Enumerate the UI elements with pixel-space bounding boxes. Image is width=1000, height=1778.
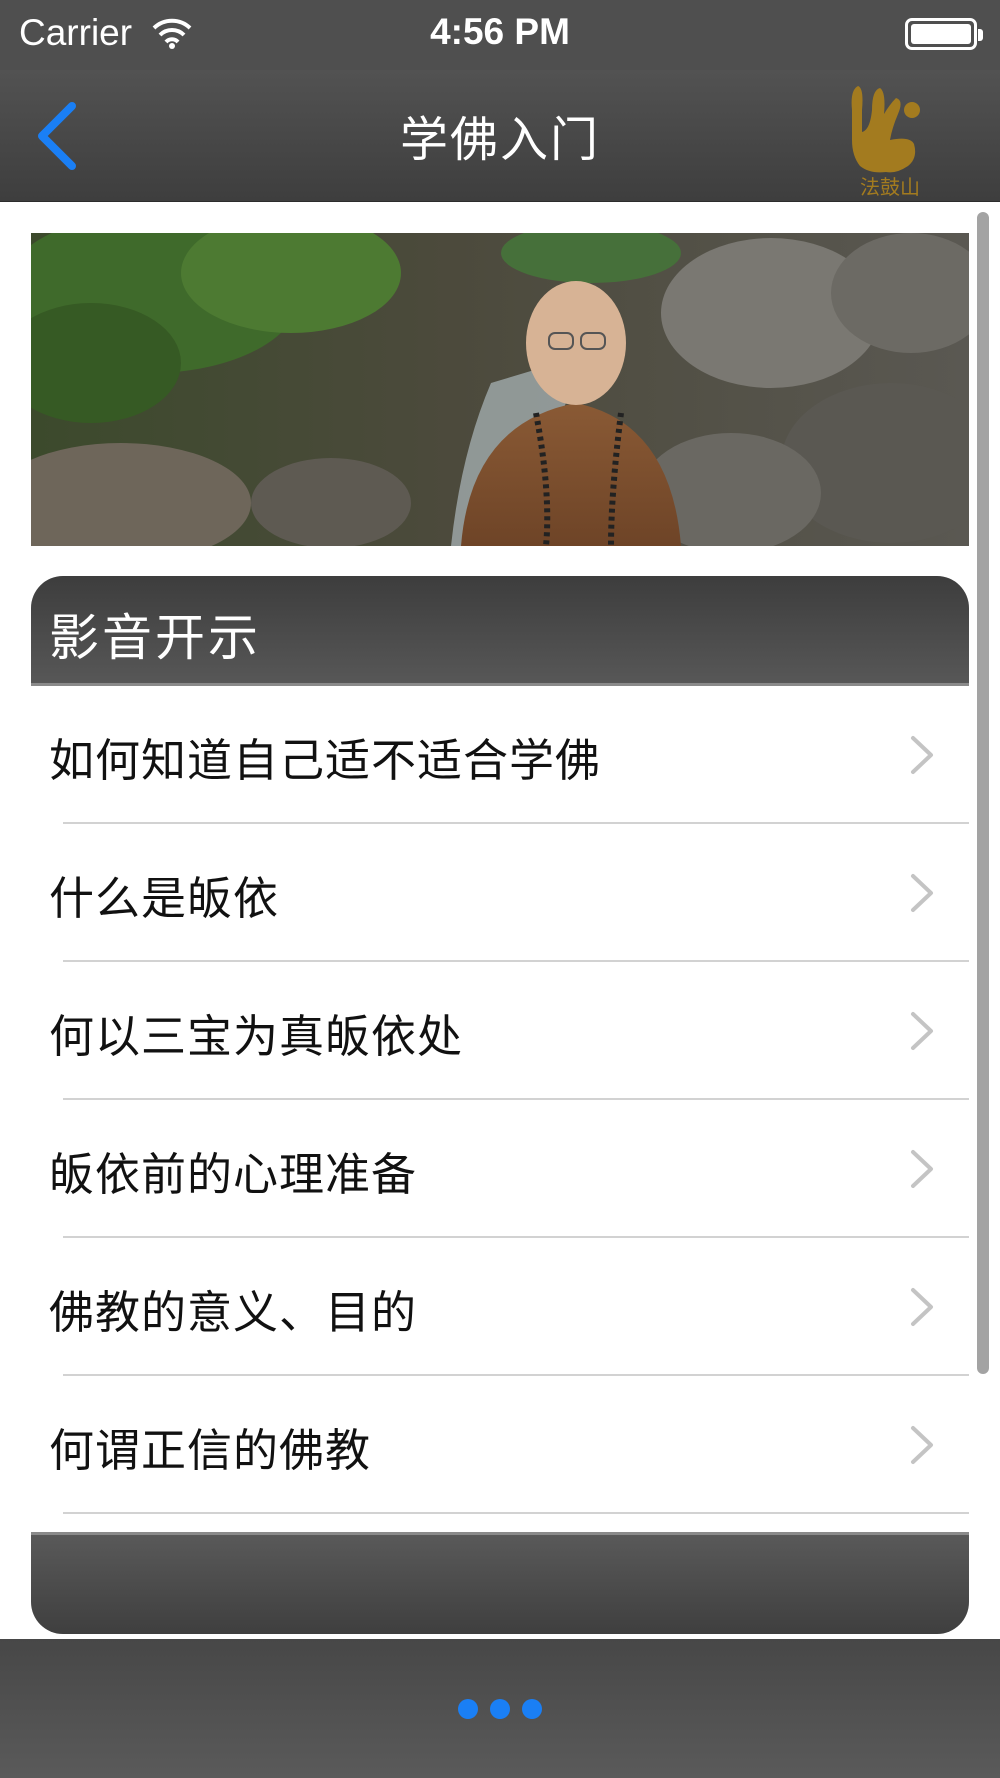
list-item-label: 皈依前的心理准备 <box>49 1148 418 1201</box>
navigation-bar: 学佛入门 法鼓山 <box>0 70 1000 202</box>
list-item[interactable]: 何以三宝为真皈依处 <box>31 962 969 1100</box>
list-item-label: 何以三宝为真皈依处 <box>49 1010 464 1063</box>
chevron-right-icon <box>911 1150 933 1188</box>
list-item-label: 如何知道自己适不适合学佛 <box>49 734 602 787</box>
banner-image <box>31 233 969 546</box>
chevron-right-icon <box>911 1426 933 1464</box>
dharma-drum-logo: 法鼓山 <box>851 86 920 199</box>
battery-icon <box>905 18 983 50</box>
list-item-label: 佛教的意义、目的 <box>49 1286 418 1339</box>
chevron-right-icon <box>911 736 933 774</box>
list-item[interactable]: 何谓正信的佛教 <box>31 1376 969 1514</box>
chevron-right-icon <box>911 1012 933 1050</box>
logo-text: 法鼓山 <box>860 175 920 199</box>
divider <box>63 1512 969 1514</box>
dot <box>490 1699 510 1719</box>
dot <box>458 1699 478 1719</box>
list-item[interactable]: 皈依前的心理准备 <box>31 1100 969 1238</box>
list-item[interactable]: 佛教的意义、目的 <box>31 1238 969 1376</box>
dot <box>522 1699 542 1719</box>
list-item[interactable]: 什么是皈依 <box>31 824 969 962</box>
content-area: 影音开示 如何知道自己适不适合学佛 什么是皈依 何以三宝为真皈依处 皈依前的心理… <box>0 202 1000 1639</box>
bottom-toolbar <box>0 1639 1000 1778</box>
video-teachings-section: 影音开示 如何知道自己适不适合学佛 什么是皈依 何以三宝为真皈依处 皈依前的心理… <box>31 576 969 1634</box>
more-dots-icon[interactable] <box>458 1699 542 1721</box>
list-item-label: 什么是皈依 <box>49 872 280 925</box>
list-item[interactable]: 如何知道自己适不适合学佛 <box>31 686 969 824</box>
scrollbar[interactable] <box>977 212 989 1374</box>
teaching-list: 如何知道自己适不适合学佛 什么是皈依 何以三宝为真皈依处 皈依前的心理准备 佛教 <box>31 686 969 1514</box>
status-time: 4:56 PM <box>430 11 570 52</box>
section-header: 影音开示 <box>31 576 969 686</box>
chevron-right-icon <box>911 874 933 912</box>
section-title: 影音开示 <box>49 609 261 667</box>
list-item-label: 何谓正信的佛教 <box>49 1424 372 1477</box>
section-footer <box>31 1532 969 1634</box>
status-bar: Carrier 4:56 PM <box>0 0 1000 70</box>
chevron-right-icon <box>911 1288 933 1326</box>
